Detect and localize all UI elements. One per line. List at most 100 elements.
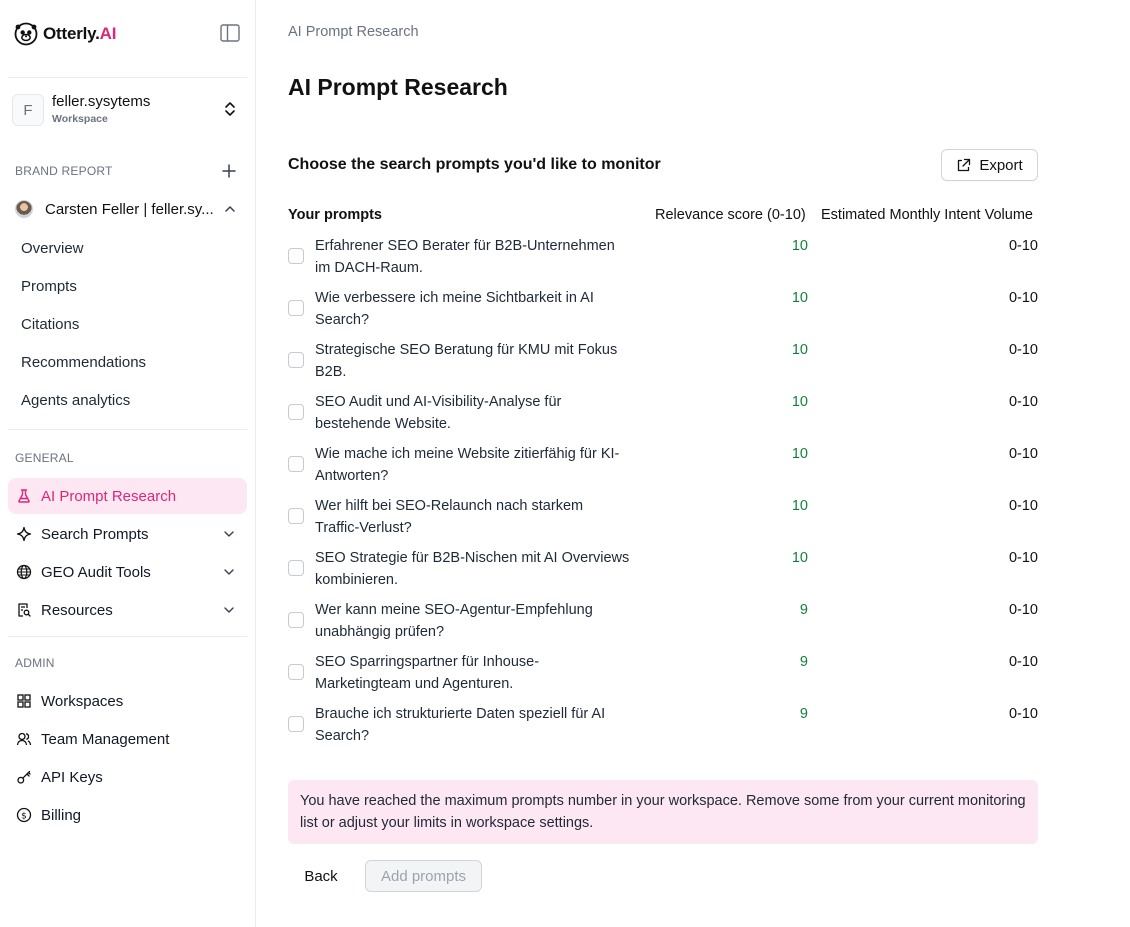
table-row: Wie mache ich meine Website zitierfähig … bbox=[288, 443, 1038, 495]
sidebar-item-recommendations[interactable]: Recommendations bbox=[21, 354, 146, 371]
prompt-text: Brauche ich strukturierte Daten speziell… bbox=[315, 706, 606, 744]
back-button[interactable]: Back bbox=[292, 860, 350, 892]
prompt-text: Erfahrener SEO Berater für B2B-Unternehm… bbox=[315, 238, 615, 276]
export-button[interactable]: Export bbox=[941, 149, 1038, 181]
workspace-avatar: F bbox=[12, 94, 44, 126]
sidebar-item-team-management[interactable]: Team Management bbox=[8, 721, 247, 757]
sidebar-item-label: Team Management bbox=[41, 730, 170, 748]
intent-volume: 0-10 bbox=[1008, 394, 1038, 410]
sidebar-item-agents-analytics[interactable]: Agents analytics bbox=[21, 392, 130, 409]
sidebar-item-label: AI Prompt Research bbox=[41, 487, 177, 505]
workspace-switcher[interactable]: F feller.sysytems Workspace bbox=[12, 93, 242, 127]
table-row: SEO Audit und AI-Visibility-Analyse für … bbox=[288, 391, 1038, 443]
chevron-down-icon bbox=[224, 531, 234, 537]
workspace-name: feller.sysytems bbox=[52, 93, 151, 111]
row-checkbox[interactable] bbox=[288, 716, 304, 732]
prompt-text: Wie mache ich meine Website zitierfähig … bbox=[315, 446, 620, 484]
table-row: SEO Strategie für B2B-Nischen mit AI Ove… bbox=[288, 547, 1038, 599]
sidebar-item-label: GEO Audit Tools bbox=[41, 563, 151, 581]
otter-logo-icon bbox=[14, 22, 38, 46]
relevance-score: 10 bbox=[791, 446, 808, 462]
external-link-icon bbox=[958, 158, 971, 171]
intent-volume: 0-10 bbox=[1008, 654, 1038, 670]
column-header-volume: Estimated Monthly Intent Volume bbox=[821, 207, 1033, 223]
column-header-prompts: Your prompts bbox=[288, 207, 382, 223]
key-icon bbox=[15, 768, 33, 786]
relevance-score: 9 bbox=[799, 706, 808, 722]
grid-icon bbox=[15, 692, 33, 710]
add-prompts-button[interactable]: Add prompts bbox=[365, 860, 482, 892]
prompt-text: Wie verbessere ich meine Sichtbarkeit in… bbox=[315, 290, 594, 328]
intent-volume: 0-10 bbox=[1008, 342, 1038, 358]
relevance-score: 10 bbox=[791, 342, 808, 358]
table-row: SEO Sparringspartner für Inhouse-Marketi… bbox=[288, 651, 1038, 703]
chevron-up-icon bbox=[225, 206, 235, 212]
intent-volume: 0-10 bbox=[1008, 550, 1038, 566]
intent-volume: 0-10 bbox=[1008, 446, 1038, 462]
relevance-score: 10 bbox=[791, 498, 808, 514]
sidebar-item-prompts[interactable]: Prompts bbox=[21, 278, 77, 295]
sidebar-item-label: Billing bbox=[41, 806, 82, 824]
brand-report-label: BRAND REPORT bbox=[15, 164, 113, 178]
relevance-score: 9 bbox=[799, 602, 808, 618]
prompt-text: SEO Audit und AI-Visibility-Analyse für … bbox=[315, 394, 562, 432]
export-label: Export bbox=[979, 156, 1023, 174]
sidebar-item-billing[interactable]: $ Billing bbox=[8, 797, 247, 833]
page-title: AI Prompt Research bbox=[288, 74, 508, 100]
row-checkbox[interactable] bbox=[288, 248, 304, 264]
dollar-circle-icon: $ bbox=[15, 806, 33, 824]
row-checkbox[interactable] bbox=[288, 612, 304, 628]
table-row: Erfahrener SEO Berater für B2B-Unternehm… bbox=[288, 235, 1038, 287]
logo-text: Otterly.AI bbox=[43, 24, 117, 43]
sidebar-item-overview[interactable]: Overview bbox=[21, 240, 84, 257]
sidebar: Otterly.AI F feller.sysytems Workspace B… bbox=[0, 0, 256, 927]
flask-icon bbox=[15, 487, 33, 505]
row-checkbox[interactable] bbox=[288, 352, 304, 368]
row-checkbox[interactable] bbox=[288, 508, 304, 524]
prompt-text: SEO Sparringspartner für Inhouse-Marketi… bbox=[315, 654, 540, 692]
table-row: Wer hilft bei SEO-Relaunch nach starkem … bbox=[288, 495, 1038, 547]
relevance-score: 10 bbox=[791, 550, 808, 566]
plus-icon[interactable] bbox=[222, 164, 236, 178]
breadcrumb[interactable]: AI Prompt Research bbox=[288, 24, 419, 40]
divider bbox=[8, 429, 247, 430]
sidebar-item-geo-audit-tools[interactable]: GEO Audit Tools bbox=[8, 554, 247, 590]
intent-volume: 0-10 bbox=[1008, 290, 1038, 306]
intent-volume: 0-10 bbox=[1008, 602, 1038, 618]
row-checkbox[interactable] bbox=[288, 404, 304, 420]
sidebar-item-api-keys[interactable]: API Keys bbox=[8, 759, 247, 795]
divider bbox=[8, 636, 247, 637]
row-checkbox[interactable] bbox=[288, 456, 304, 472]
globe-icon bbox=[15, 563, 33, 581]
sidebar-item-workspaces[interactable]: Workspaces bbox=[8, 683, 247, 719]
table-row: Wer kann meine SEO-Agentur-Empfehlung un… bbox=[288, 599, 1038, 651]
sparkle-icon bbox=[15, 525, 33, 543]
row-checkbox[interactable] bbox=[288, 560, 304, 576]
section-title: Choose the search prompts you'd like to … bbox=[288, 156, 661, 173]
general-label: GENERAL bbox=[15, 451, 74, 465]
table-row: Strategische SEO Beratung für KMU mit Fo… bbox=[288, 339, 1038, 391]
document-search-icon bbox=[15, 601, 33, 619]
sidebar-item-resources[interactable]: Resources bbox=[8, 592, 247, 628]
logo[interactable]: Otterly.AI bbox=[14, 18, 240, 50]
workspace-label: Workspace bbox=[52, 112, 108, 125]
relevance-score: 10 bbox=[791, 290, 808, 306]
brand-report-selector[interactable]: Carsten Feller | feller.sy... bbox=[15, 198, 243, 220]
table-row: Wie verbessere ich meine Sichtbarkeit in… bbox=[288, 287, 1038, 339]
avatar bbox=[15, 200, 33, 218]
divider bbox=[8, 77, 247, 78]
table-row: Brauche ich strukturierte Daten speziell… bbox=[288, 703, 1038, 755]
relevance-score: 10 bbox=[791, 394, 808, 410]
sidebar-item-search-prompts[interactable]: Search Prompts bbox=[8, 516, 247, 552]
sidebar-item-citations[interactable]: Citations bbox=[21, 316, 79, 333]
brand-report-name: Carsten Feller | feller.sy... bbox=[45, 200, 213, 218]
column-header-score: Relevance score (0-10) bbox=[655, 207, 806, 223]
row-checkbox[interactable] bbox=[288, 300, 304, 316]
sidebar-item-ai-prompt-research[interactable]: AI Prompt Research bbox=[8, 478, 247, 514]
prompt-text: Wer hilft bei SEO-Relaunch nach starkem … bbox=[315, 498, 584, 536]
row-checkbox[interactable] bbox=[288, 664, 304, 680]
sidebar-item-label: API Keys bbox=[41, 768, 103, 786]
sidebar-toggle-icon[interactable] bbox=[220, 24, 240, 42]
users-icon bbox=[15, 730, 33, 748]
sidebar-item-label: Resources bbox=[41, 601, 113, 619]
